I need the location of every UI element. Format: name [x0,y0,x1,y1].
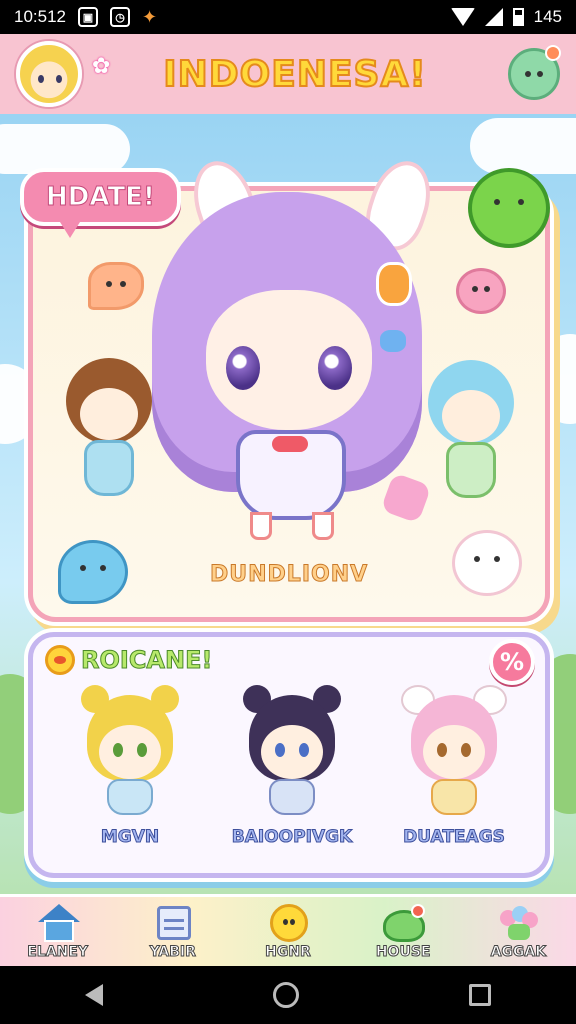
blue-hair-character[interactable] [428,360,514,510]
character-eye [437,743,447,757]
status-bar: 10:512 ▣ ◷ ✦ 145 [0,0,576,34]
brown-hair-character[interactable] [66,358,152,508]
roster-card: ROICANE! % MGVN BAIOOPIVGK DUATEAGS [28,632,550,878]
character-body [269,779,315,815]
character-body [107,779,153,815]
character-portrait [399,685,509,815]
house-icon [36,903,80,942]
white-blob-icon [452,530,522,596]
heart-icon [380,330,406,352]
nav-label: AGGAK [490,943,547,960]
roster-item-name: DUATEAGS [403,827,506,848]
update-badge[interactable]: HDATE! [20,168,181,238]
nav-item-elaney[interactable]: ELANEY [10,903,106,960]
back-icon[interactable] [85,984,103,1006]
main-character-eye [318,346,352,390]
character-portrait [75,685,185,815]
character-eye [461,743,471,757]
frog-icon [381,903,426,942]
character-body [446,442,496,498]
avatar[interactable] [16,41,82,107]
character-portrait [237,685,347,815]
orange-blob-icon [88,262,144,310]
system-nav-bar [0,966,576,1024]
bow-icon [272,436,308,452]
discount-button[interactable]: % [489,639,535,685]
green-monster-icon [468,168,550,248]
character-face [442,390,500,442]
coin-icon [45,645,75,675]
roster-item[interactable]: BAIOOPIVGK [217,685,367,871]
character-body [84,440,134,496]
roster-item[interactable]: DUATEAGS [379,685,529,871]
main-character-leg [312,512,334,540]
battery-icon [512,8,524,26]
nav-label: HGNR [265,943,312,960]
hair-clip-icon [376,262,412,306]
character-face [99,725,161,779]
bottom-nav: ELANEY YABIR HGNR HOUSE AGGAK [0,894,576,966]
image-icon: ▣ [78,7,98,27]
recent-apps-icon[interactable] [469,984,491,1006]
character-eye [299,743,309,757]
app-header: ✿ INDOENESA! [0,34,576,114]
clock-icon: ◷ [110,7,130,27]
nav-label: ELANEY [27,943,89,960]
battery-text: 145 [533,7,562,26]
avatar-face [38,75,62,83]
wifi-icon [450,8,475,26]
character-eye [137,743,147,757]
bouquet-icon [496,904,540,942]
hero-character-name: DUNDLIONV [209,562,369,588]
home-icon[interactable] [273,982,299,1008]
board-icon [151,904,195,942]
status-time: 10:512 [14,7,66,26]
smiley-icon [266,903,310,942]
page-title: INDOENESA! [162,53,427,96]
cloud-decoration [0,124,130,174]
pet-button[interactable] [508,45,561,100]
roster-item-name: MGVN [100,827,160,848]
roster-item[interactable]: MGVN [55,685,205,871]
character-eye [275,743,285,757]
character-body [431,779,477,815]
character-face [423,725,485,779]
main-character-leg [250,512,272,540]
nav-item-aggak[interactable]: AGGAK [470,904,566,960]
character-face [261,725,323,779]
cloud-decoration [470,118,576,174]
roster-item-name: BAIOOPIVGK [231,827,353,848]
signal-icon [484,8,503,26]
pink-blob-icon [456,268,506,314]
nav-item-house[interactable]: HOUSE [355,903,451,960]
nav-label: HOUSE [375,943,431,960]
nav-label: YABIR [149,943,196,960]
roster-header: ROICANE! [45,645,213,675]
main-character-eye [226,346,260,390]
roster-title: ROICANE! [80,646,213,675]
game-icon: ✦ [142,6,158,27]
blue-blob-icon [58,540,128,604]
flower-icon: ✿ [92,54,111,79]
character-face [80,388,138,440]
flower-icon [545,45,561,61]
nav-item-hgnr[interactable]: HGNR [240,903,336,960]
character-eye [113,743,123,757]
nav-item-yabir[interactable]: YABIR [125,904,221,960]
